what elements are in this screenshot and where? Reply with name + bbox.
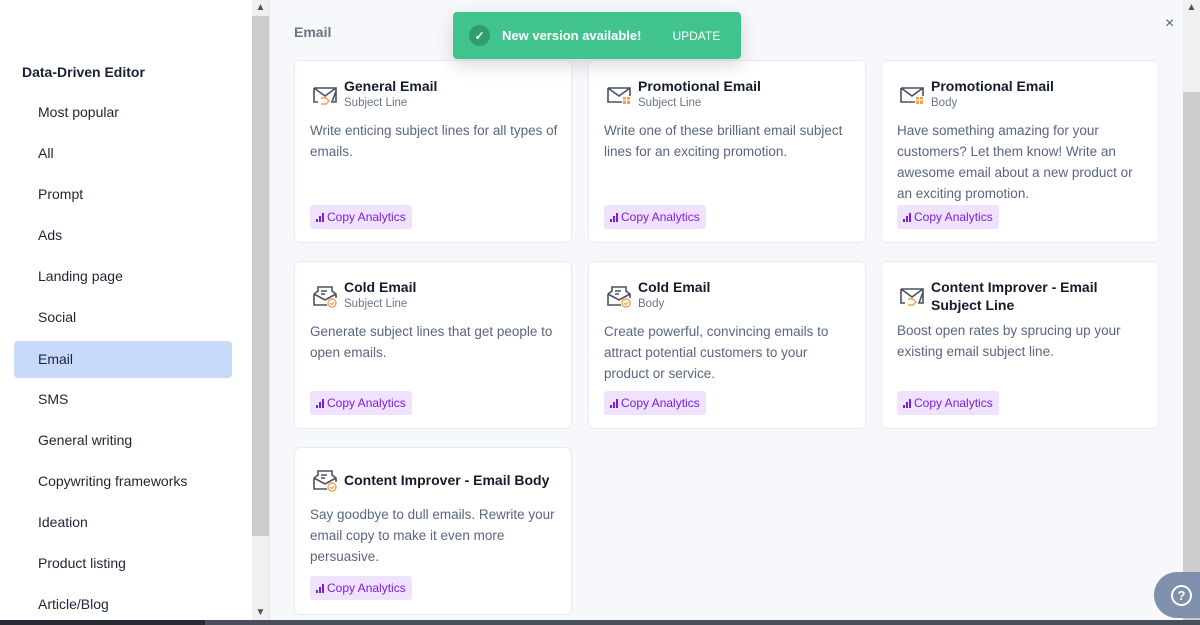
bar-chart-icon [316,212,324,222]
question-icon: ? [1171,584,1192,606]
envelope-open-check-icon [607,286,631,308]
main-panel: Email General Email Subject Line Write e… [270,0,1183,620]
card-description: Boost open rates by sprucing up your exi… [897,323,1121,359]
sidebar-heading: Data-Driven Editor [22,64,145,80]
badge-label: Copy Analytics [621,396,700,410]
sidebar-item-landing-page[interactable]: Landing page [14,258,232,295]
bar-chart-icon [316,583,324,593]
section-title: Email [294,24,332,40]
sidebar-item-social[interactable]: Social [14,299,232,336]
sidebar-item-email[interactable]: Email [14,341,232,378]
sidebar-item-most-popular[interactable]: Most popular [14,94,232,131]
card-subtitle: Body [638,298,665,310]
envelope-open-check-icon [313,470,337,492]
template-card-promotional-email-subject[interactable]: Promotional Email Subject Line Write one… [588,60,866,243]
badge-label: Copy Analytics [327,581,406,595]
card-description: Write one of these brilliant email subje… [604,123,843,159]
template-card-content-improver-email-subject[interactable]: Content Improver - Email Subject Line Bo… [881,261,1159,429]
bar-chart-icon [316,398,324,408]
card-title: Content Improver - Email Subject Line [931,279,1098,313]
template-card-cold-email-subject[interactable]: Cold Email Subject Line Generate subject… [294,261,572,429]
check-circle-icon: ✓ [469,25,490,46]
sidebar: Data-Driven Editor Most popular All Prom… [0,0,252,625]
envelope-gift-icon [607,87,631,104]
badge-label: Copy Analytics [327,396,406,410]
scroll-up-arrow-icon[interactable]: ▲ [1183,0,1200,16]
toast-message: New version available! [502,28,642,43]
main-scrollbar[interactable]: ▲ [1183,0,1200,620]
copy-analytics-badge[interactable]: Copy Analytics [310,576,412,600]
bar-chart-icon [903,398,911,408]
card-subtitle: Subject Line [638,97,702,109]
template-card-content-improver-email-body[interactable]: Content Improver - Email Body Say goodby… [294,447,572,615]
template-card-promotional-email-body[interactable]: Promotional Email Body Have something am… [881,60,1159,243]
close-icon[interactable]: × [1165,15,1174,33]
copy-analytics-badge[interactable]: Copy Analytics [897,391,999,415]
envelope-send-icon [900,288,924,306]
scroll-down-arrow-icon[interactable]: ▼ [252,605,269,621]
card-description: Create powerful, convincing emails to at… [604,324,829,381]
bottom-bar-segment [0,620,205,625]
card-description: Generate subject lines that get people t… [310,324,553,360]
card-title: Promotional Email [638,78,761,94]
card-subtitle: Subject Line [344,298,408,310]
card-title: Content Improver - Email Body [344,472,550,488]
sidebar-item-product-listing[interactable]: Product listing [14,545,232,582]
badge-label: Copy Analytics [914,396,993,410]
bar-chart-icon [610,212,618,222]
copy-analytics-badge[interactable]: Copy Analytics [604,391,706,415]
sidebar-item-general-writing[interactable]: General writing [14,422,232,459]
sidebar-item-ideation[interactable]: Ideation [14,504,232,541]
bar-chart-icon [903,212,911,222]
template-card-cold-email-body[interactable]: Cold Email Body Create powerful, convinc… [588,261,866,429]
badge-label: Copy Analytics [327,210,406,224]
envelope-open-check-icon [313,286,337,308]
badge-label: Copy Analytics [621,210,700,224]
sidebar-item-copywriting-frameworks[interactable]: Copywriting frameworks [14,463,232,500]
copy-analytics-badge[interactable]: Copy Analytics [604,205,706,229]
copy-analytics-badge[interactable]: Copy Analytics [310,205,412,229]
bottom-bar [0,620,1200,625]
sidebar-item-ads[interactable]: Ads [14,217,232,254]
envelope-gift-icon [900,87,924,104]
template-card-general-email-subject[interactable]: General Email Subject Line Write enticin… [294,60,572,243]
sidebar-item-all[interactable]: All [14,135,232,172]
card-description: Say goodbye to dull emails. Rewrite your… [310,507,555,564]
update-toast: ✓ New version available! UPDATE [453,12,741,59]
sidebar-scrollbar-thumb[interactable] [252,16,269,536]
main-scrollbar-thumb[interactable] [1183,92,1200,620]
copy-analytics-badge[interactable]: Copy Analytics [897,205,999,229]
bar-chart-icon [610,398,618,408]
card-description: Write enticing subject lines for all typ… [310,123,558,159]
card-subtitle: Body [931,97,958,109]
help-button[interactable]: ? [1154,572,1200,618]
card-title: General Email [344,78,438,94]
update-button[interactable]: UPDATE [672,29,720,43]
sidebar-item-prompt[interactable]: Prompt [14,176,232,213]
envelope-send-icon [313,87,337,105]
scroll-up-arrow-icon[interactable]: ▲ [252,0,269,16]
card-title: Cold Email [638,279,711,295]
sidebar-item-sms[interactable]: SMS [14,381,232,418]
sidebar-item-article-blog[interactable]: Article/Blog [14,586,232,623]
card-description: Have something amazing for your customer… [897,123,1133,201]
copy-analytics-badge[interactable]: Copy Analytics [310,391,412,415]
sidebar-scrollbar[interactable]: ▲ ▼ [252,0,269,625]
card-title: Promotional Email [931,78,1054,94]
card-subtitle: Subject Line [344,97,408,109]
badge-label: Copy Analytics [914,210,993,224]
card-title: Cold Email [344,279,417,295]
